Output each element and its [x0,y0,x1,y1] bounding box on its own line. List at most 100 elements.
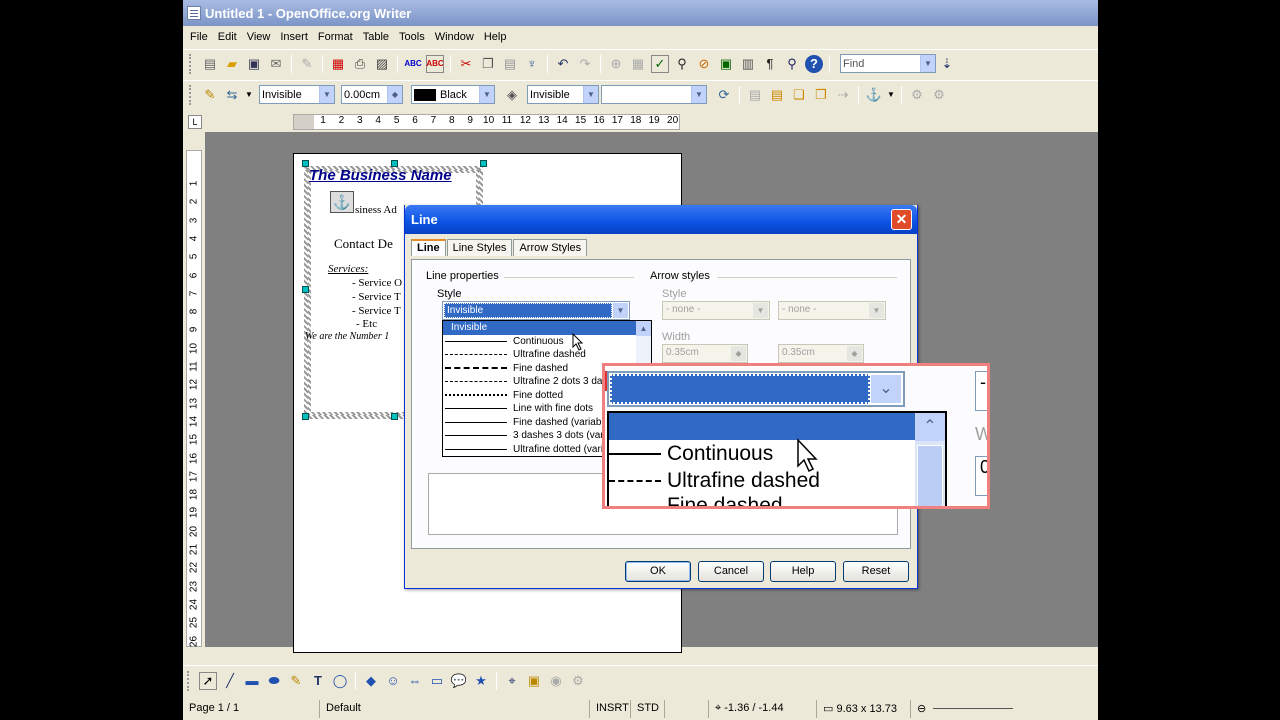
link-frames-icon[interactable]: ⇢ [834,86,852,104]
chevron-down-icon[interactable]: ▼ [583,86,598,103]
select-arrow-icon[interactable]: ➚ [199,671,217,690]
menu-insert[interactable]: Insert [275,31,313,43]
fontwork-gallery-icon[interactable]: ◉ [547,672,565,690]
find-next-icon[interactable]: ⇣ [938,55,956,73]
chevron-down-icon[interactable]: ▼ [319,86,334,103]
frame-handle[interactable] [302,160,309,167]
zoom-track[interactable] [933,707,1013,709]
bring-front-icon[interactable]: ❏ [790,86,808,104]
area-style-select[interactable]: Invisible ▼ [527,85,599,104]
flowchart-icon[interactable]: ▭ [428,672,446,690]
show-draw-functions-icon[interactable]: ✓ [651,54,669,73]
toolbar-grip[interactable] [187,670,191,691]
print-icon[interactable]: ⎙ [351,55,369,73]
redo-icon[interactable]: ↷ [576,55,594,73]
extrusion-icon[interactable]: ⚙ [569,672,587,690]
autospellcheck-icon[interactable]: ABC [426,54,444,73]
zoom-slider[interactable]: ⊖ [910,699,1098,718]
toolbar-grip[interactable] [189,84,193,105]
cut-icon[interactable]: ✂ [457,55,475,73]
find-input[interactable]: Find ▼ [840,54,936,73]
menu-edit[interactable]: Edit [213,31,242,43]
tab-arrow-styles[interactable]: Arrow Styles [513,239,588,256]
line-color-select[interactable]: Black ▼ [411,85,495,104]
freeform-icon[interactable]: ✎ [287,672,305,690]
export-pdf-icon[interactable]: ▦ [329,55,347,73]
points-icon[interactable]: ⌖ [503,672,521,690]
ellipse-icon[interactable]: ⬬ [265,672,283,690]
menu-window[interactable]: Window [430,31,479,43]
dialog-title-bar[interactable]: Line ✕ [405,205,917,234]
stars-icon[interactable]: ★ [472,672,490,690]
scroll-up-icon[interactable]: ▲ [636,321,651,336]
close-icon[interactable]: ✕ [891,209,912,230]
toolbar-grip[interactable] [189,53,193,74]
line-width-field[interactable]: 0.00cm ◆ [341,85,403,104]
block-arrows-icon[interactable]: ⇔ [406,672,424,690]
border-style-select[interactable]: Invisible ▼ [259,85,335,104]
anchor-icon[interactable]: ⚓ [865,86,883,104]
gallery-icon[interactable]: ▣ [717,55,735,73]
data-sources-icon[interactable]: ▥ [739,55,757,73]
frame-handle[interactable] [391,160,398,167]
menu-view[interactable]: View [242,31,276,43]
tab-stop-icon[interactable]: L [188,115,202,129]
save-icon[interactable]: ▣ [245,55,263,73]
send-back-icon[interactable]: ❐ [812,86,830,104]
insert-mode[interactable]: INSRT [589,699,630,718]
line-style-option[interactable]: Ultrafine dashed [443,348,651,362]
page-style[interactable]: Default [319,699,589,718]
nonprinting-chars-icon[interactable]: ¶ [761,55,779,73]
wrap-page-icon[interactable]: ▤ [768,86,786,104]
symbol-shapes-icon[interactable]: ☺ [384,672,402,690]
copy-icon[interactable]: ❐ [479,55,497,73]
chevron-down-icon[interactable]: ▼ [479,86,494,103]
menu-file[interactable]: File [185,31,213,43]
frame-handle[interactable] [480,160,487,167]
menu-table[interactable]: Table [358,31,394,43]
line-style-option[interactable]: Invisible [443,321,651,335]
menu-help[interactable]: Help [479,31,512,43]
print-preview-icon[interactable]: ▨ [373,55,391,73]
navigator-icon[interactable]: ⊘ [695,55,713,73]
line-icon[interactable]: ✎ [201,86,219,104]
clone-formatting-icon[interactable]: ♆ [523,55,541,73]
area-value-select[interactable]: ▼ [601,85,707,104]
spin-icon[interactable]: ◆ [387,86,402,103]
frame-handle[interactable] [391,413,398,420]
ok-button[interactable]: OK [625,561,691,582]
refresh-icon[interactable]: ⟳ [715,86,733,104]
frame-properties-icon[interactable]: ⚙ [908,86,926,104]
chevron-down-icon[interactable]: ▼ [613,303,628,318]
chevron-down-icon[interactable]: ▼ [920,55,935,72]
line-style-icon[interactable]: ⇆ [223,86,241,104]
callout-icon[interactable]: ◯ [331,672,349,690]
anchor-icon[interactable]: ⚓ [330,191,354,213]
find-replace-icon[interactable]: ⚲ [673,55,691,73]
line-style-select[interactable]: Invisible ▼ [442,301,630,320]
cancel-button[interactable]: Cancel [698,561,764,582]
wrap-off-icon[interactable]: ▤ [746,86,764,104]
line-style-option[interactable]: Continuous [443,335,651,349]
basic-shapes-icon[interactable]: ◆ [362,672,380,690]
zoom-out-icon[interactable]: ⊖ [917,703,926,715]
new-document-icon[interactable]: ▤ [201,55,219,73]
rectangle-icon[interactable]: ▬ [243,672,261,690]
edit-file-icon[interactable]: ✎ [298,55,316,73]
borders-icon[interactable]: ⚙ [930,86,948,104]
undo-icon[interactable]: ↶ [554,55,572,73]
spellcheck-icon[interactable]: ABC [404,55,422,73]
chevron-down-icon[interactable]: ▼ [691,86,706,103]
from-file-icon[interactable]: ▣ [525,672,543,690]
frame-handle[interactable] [302,286,309,293]
email-icon[interactable]: ✉ [267,55,285,73]
dropdown-arrow-icon[interactable]: ▼ [887,86,895,104]
paste-icon[interactable]: ▤ [501,55,519,73]
tab-line-styles[interactable]: Line Styles [446,239,513,256]
reset-button[interactable]: Reset [843,561,909,582]
menu-format[interactable]: Format [313,31,358,43]
draw-line-icon[interactable]: ╱ [221,672,239,690]
area-fill-icon[interactable]: ◈ [503,86,521,104]
dropdown-arrow-icon[interactable]: ▼ [245,86,253,104]
menu-tools[interactable]: Tools [394,31,430,43]
